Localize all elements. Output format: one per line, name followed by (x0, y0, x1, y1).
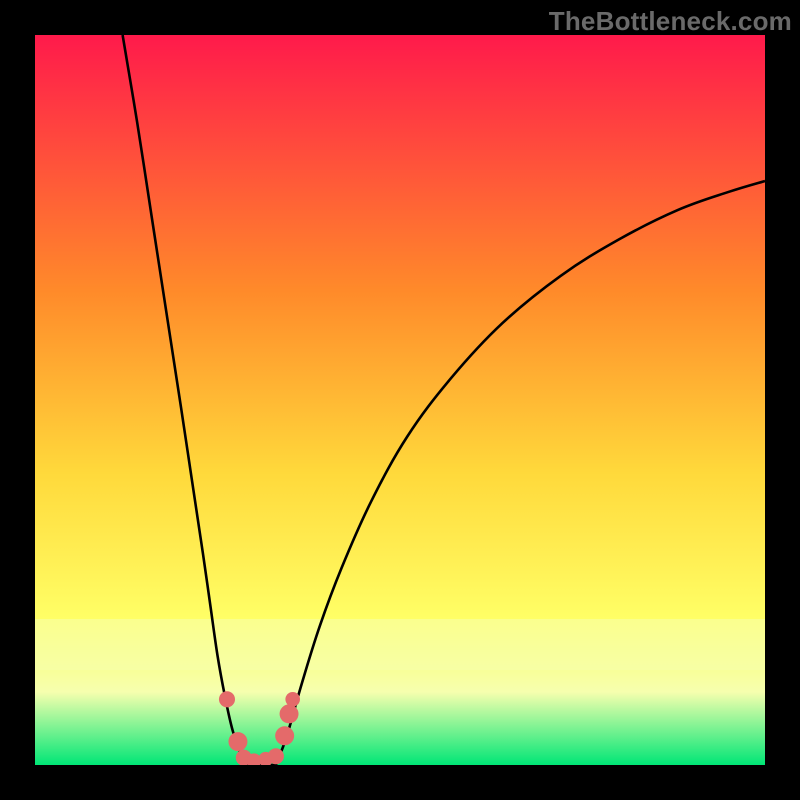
data-dot (285, 692, 300, 707)
data-dot (280, 704, 299, 723)
data-dot (268, 748, 284, 764)
data-dot (228, 732, 247, 751)
plot-area (35, 35, 765, 765)
data-dot (219, 691, 235, 707)
chart-svg (35, 35, 765, 765)
chart-frame: TheBottleneck.com (0, 0, 800, 800)
watermark-text: TheBottleneck.com (549, 6, 792, 37)
pale-band (35, 619, 765, 670)
data-dot (275, 726, 294, 745)
